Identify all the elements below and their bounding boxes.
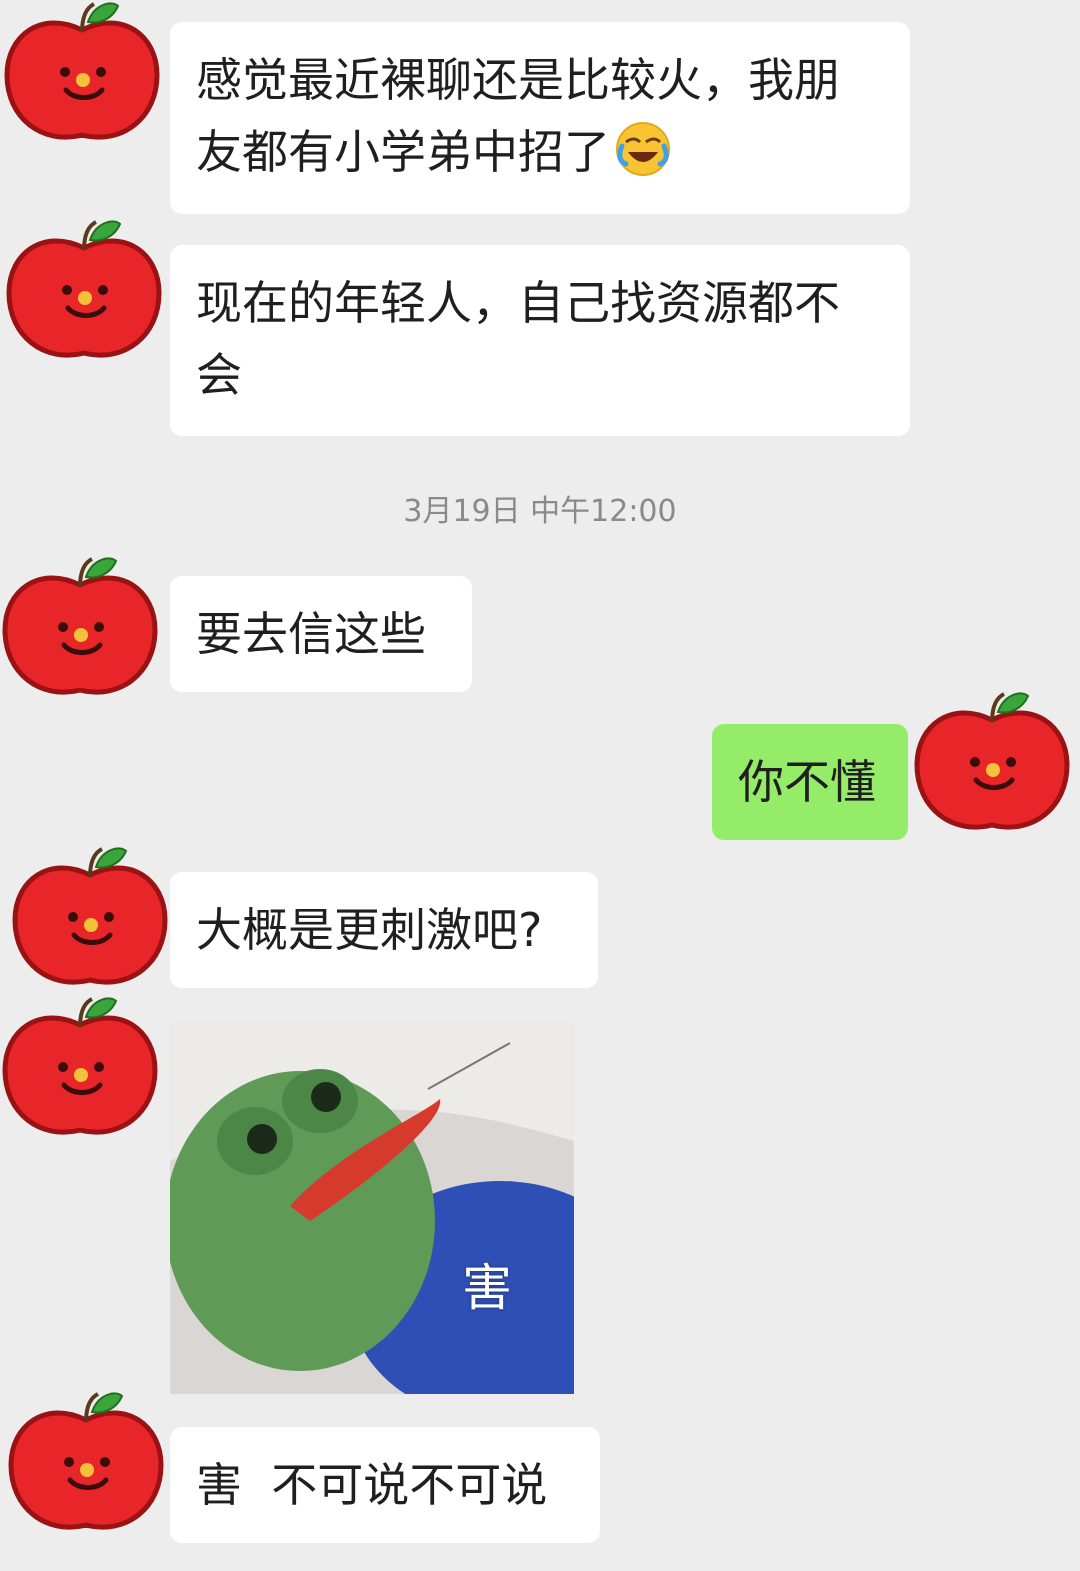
my-avatar[interactable] (912, 690, 1072, 840)
message-bubble[interactable]: 要去信这些 (170, 576, 472, 692)
message-bubble[interactable]: 感觉最近裸聊还是比较火，我朋 友都有小学弟中招了 (170, 22, 910, 214)
pepe-sticker-image[interactable] (170, 1021, 574, 1394)
sticker-caption: 害 (462, 1259, 512, 1317)
contact-avatar[interactable] (0, 555, 160, 705)
contact-avatar[interactable] (0, 995, 160, 1145)
contact-avatar[interactable] (4, 218, 164, 368)
message-line: 现在的年轻人，自己找资源都不 (196, 276, 840, 330)
message-line: 会 (196, 348, 242, 402)
message-line: 友都有小学弟中招了 (196, 116, 884, 188)
contact-avatar[interactable] (6, 1390, 166, 1540)
message-bubble[interactable]: 大概是更刺激吧? (170, 872, 598, 988)
contact-avatar[interactable] (10, 845, 170, 995)
contact-avatar[interactable] (2, 0, 162, 150)
message-timestamp: 3月19日 中午12:00 (403, 494, 677, 529)
message-line: 感觉最近裸聊还是比较火，我朋 (196, 53, 840, 107)
outgoing-message-bubble[interactable]: 你不懂 (712, 724, 908, 840)
face-with-tears-of-joy-icon (616, 122, 670, 176)
message-bubble[interactable]: 现在的年轻人，自己找资源都不 会 (170, 245, 910, 436)
message-bubble[interactable]: 害 不可说不可说 (170, 1427, 600, 1543)
